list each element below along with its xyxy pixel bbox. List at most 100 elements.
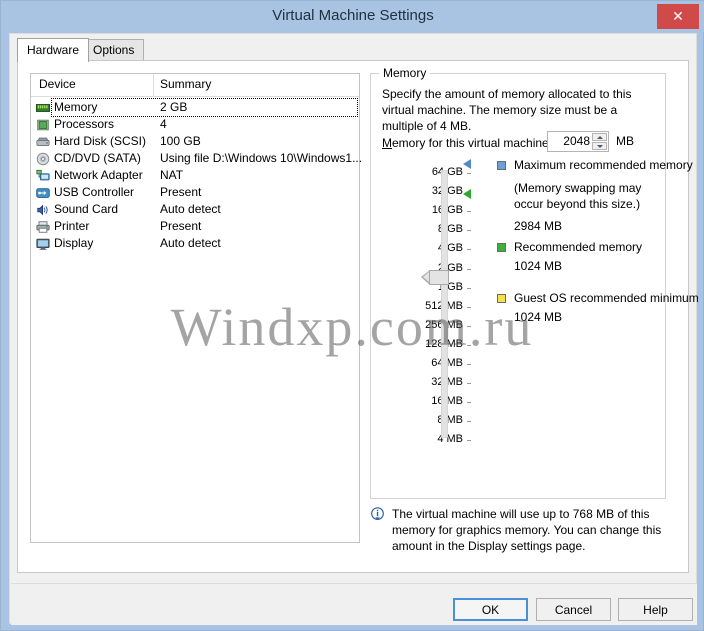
device-summary: Using file D:\Windows 10\Windows1...: [160, 151, 363, 165]
legend-value-max-recommended: 2984 MB: [514, 219, 563, 233]
device-name: Network Adapter: [54, 168, 143, 182]
legend-value-guest-os-minimum: 1024 MB: [514, 310, 563, 324]
memory-description: Specify the amount of memory allocated t…: [382, 87, 632, 133]
device-name: Sound Card: [54, 202, 119, 216]
scale-tick: [467, 249, 471, 251]
memory-unit-label: MB: [616, 134, 634, 148]
virtual-machine-settings-dialog: Virtual Machine Settings ✕ Hardware Opti…: [0, 0, 704, 631]
device-row-hard-disk-scsi[interactable]: Hard Disk (SCSI) 100 GB: [31, 133, 359, 150]
recommended-marker-icon: [463, 189, 471, 199]
scale-tick: [467, 383, 471, 385]
device-row-content: CD/DVD (SATA) Using file D:\Windows 10\Wi…: [52, 150, 362, 167]
device-row-memory[interactable]: Memory 2 GB: [31, 98, 359, 117]
help-button[interactable]: Help: [618, 598, 693, 621]
device-list[interactable]: Device Summary Memory 2 GB Processors 4 Hard…: [30, 73, 362, 543]
column-divider: [153, 74, 154, 96]
device-row-sound-card[interactable]: Sound Card Auto detect: [31, 201, 359, 218]
memory-settings-group: Memory Specify the amount of memory allo…: [370, 66, 699, 499]
device-name: Hard Disk (SCSI): [54, 134, 147, 148]
ok-button[interactable]: OK: [453, 598, 528, 621]
legend-label-guest-os-minimum: Guest OS recommended minimum: [514, 291, 699, 305]
device-summary: 4: [160, 117, 167, 131]
scale-tick: [467, 364, 471, 365]
device-row-printer[interactable]: Printer Present: [31, 218, 359, 235]
harddisk-icon: [36, 137, 50, 146]
memory-label-accesskey: M: [382, 136, 392, 150]
tab-options[interactable]: Options: [83, 39, 145, 61]
spinner-down-icon[interactable]: [592, 142, 607, 150]
device-row-content: Memory 2 GB: [51, 98, 358, 117]
cancel-button[interactable]: Cancel: [536, 598, 611, 621]
legend-swatch-green: [497, 243, 506, 252]
memory-icon: [36, 104, 50, 112]
note-text: The virtual machine will use up to 768 M…: [392, 507, 662, 553]
legend-value-recommended: 1024 MB: [514, 259, 563, 273]
scale-tick: [467, 440, 471, 442]
title-bar: Virtual Machine Settings ✕: [2, 2, 704, 32]
device-summary: NAT: [160, 168, 184, 182]
device-list-header: Device Summary: [31, 74, 359, 97]
info-icon: [371, 507, 384, 520]
device-row-usb-controller[interactable]: USB Controller Present: [31, 184, 359, 201]
device-rows: Memory 2 GB Processors 4 Hard Disk (SCSI) 100…: [31, 97, 362, 252]
device-summary: Present: [160, 185, 202, 199]
device-row-content: USB Controller Present: [52, 184, 357, 201]
spinner-buttons: [592, 133, 607, 150]
scale-tick: [467, 230, 471, 232]
scale-tick: [467, 211, 471, 213]
processor-icon: [37, 119, 49, 131]
column-header-device: Device: [39, 77, 76, 91]
device-name: Memory: [54, 100, 98, 114]
printer-icon: [36, 221, 50, 233]
device-summary: 100 GB: [160, 134, 201, 148]
legend-sub1-max-recommended: (Memory swapping may: [514, 181, 642, 195]
device-summary: Auto detect: [160, 202, 221, 216]
device-row-content: Network Adapter NAT: [52, 167, 357, 184]
legend-swatch-yellow: [497, 294, 506, 303]
scale-tick: [467, 268, 471, 270]
device-name: Display: [54, 236, 94, 250]
usb-icon: [36, 188, 50, 198]
device-row-display[interactable]: Display Auto detect: [31, 235, 359, 252]
memory-spinner[interactable]: 2048: [547, 131, 609, 152]
device-summary: Auto detect: [160, 236, 221, 250]
tab-strip: Hardware Options: [17, 38, 689, 62]
device-row-network-adapter[interactable]: Network Adapter NAT: [31, 167, 359, 184]
dialog-client-area: Hardware Options Device Summary Memory 2 …: [9, 33, 699, 625]
memory-value[interactable]: 2048: [548, 134, 590, 148]
window-frame: Virtual Machine Settings ✕ Hardware Opti…: [0, 0, 704, 631]
device-row-content: Printer Present: [52, 218, 357, 235]
device-name: USB Controller: [54, 185, 135, 199]
max-recommended-marker-icon: [463, 159, 471, 169]
spinner-up-icon[interactable]: [592, 133, 607, 141]
memory-slider-thumb[interactable]: [421, 270, 449, 285]
legend-label-max-recommended: Maximum recommended memory: [514, 158, 693, 172]
scale-tick: [467, 344, 471, 346]
memory-slider-track[interactable]: [441, 170, 448, 438]
device-row-content: Sound Card Auto detect: [52, 201, 357, 218]
close-icon[interactable]: ✕: [657, 4, 699, 29]
network-adapter-icon: [36, 169, 50, 181]
tab-hardware[interactable]: Hardware: [17, 38, 90, 62]
scale-tick: [467, 287, 471, 289]
device-name: Processors: [54, 117, 115, 131]
legend-label-recommended: Recommended memory: [514, 240, 643, 254]
device-summary: Present: [160, 219, 202, 233]
device-name: Printer: [54, 219, 90, 233]
cddvd-icon: [36, 152, 50, 166]
scale-tick: [467, 173, 471, 174]
device-summary: 2 GB: [160, 100, 188, 114]
window-title: Virtual Machine Settings: [272, 7, 434, 24]
memory-group-title: Memory: [379, 66, 431, 80]
device-row-processors[interactable]: Processors 4: [31, 116, 359, 133]
device-row-content: Hard Disk (SCSI) 100 GB: [52, 133, 357, 150]
legend-sub2-max-recommended: occur beyond this size.): [514, 197, 641, 211]
device-row-cd-dvd-sata[interactable]: CD/DVD (SATA) Using file D:\Windows 10\Wi…: [31, 150, 362, 167]
legend-swatch-blue: [497, 161, 506, 170]
display-icon: [36, 238, 50, 250]
sound-card-icon: [37, 204, 48, 216]
device-row-content: Processors 4: [52, 116, 357, 133]
scale-tick: [467, 306, 471, 308]
column-header-summary: Summary: [160, 77, 212, 91]
scale-tick: [467, 402, 471, 404]
